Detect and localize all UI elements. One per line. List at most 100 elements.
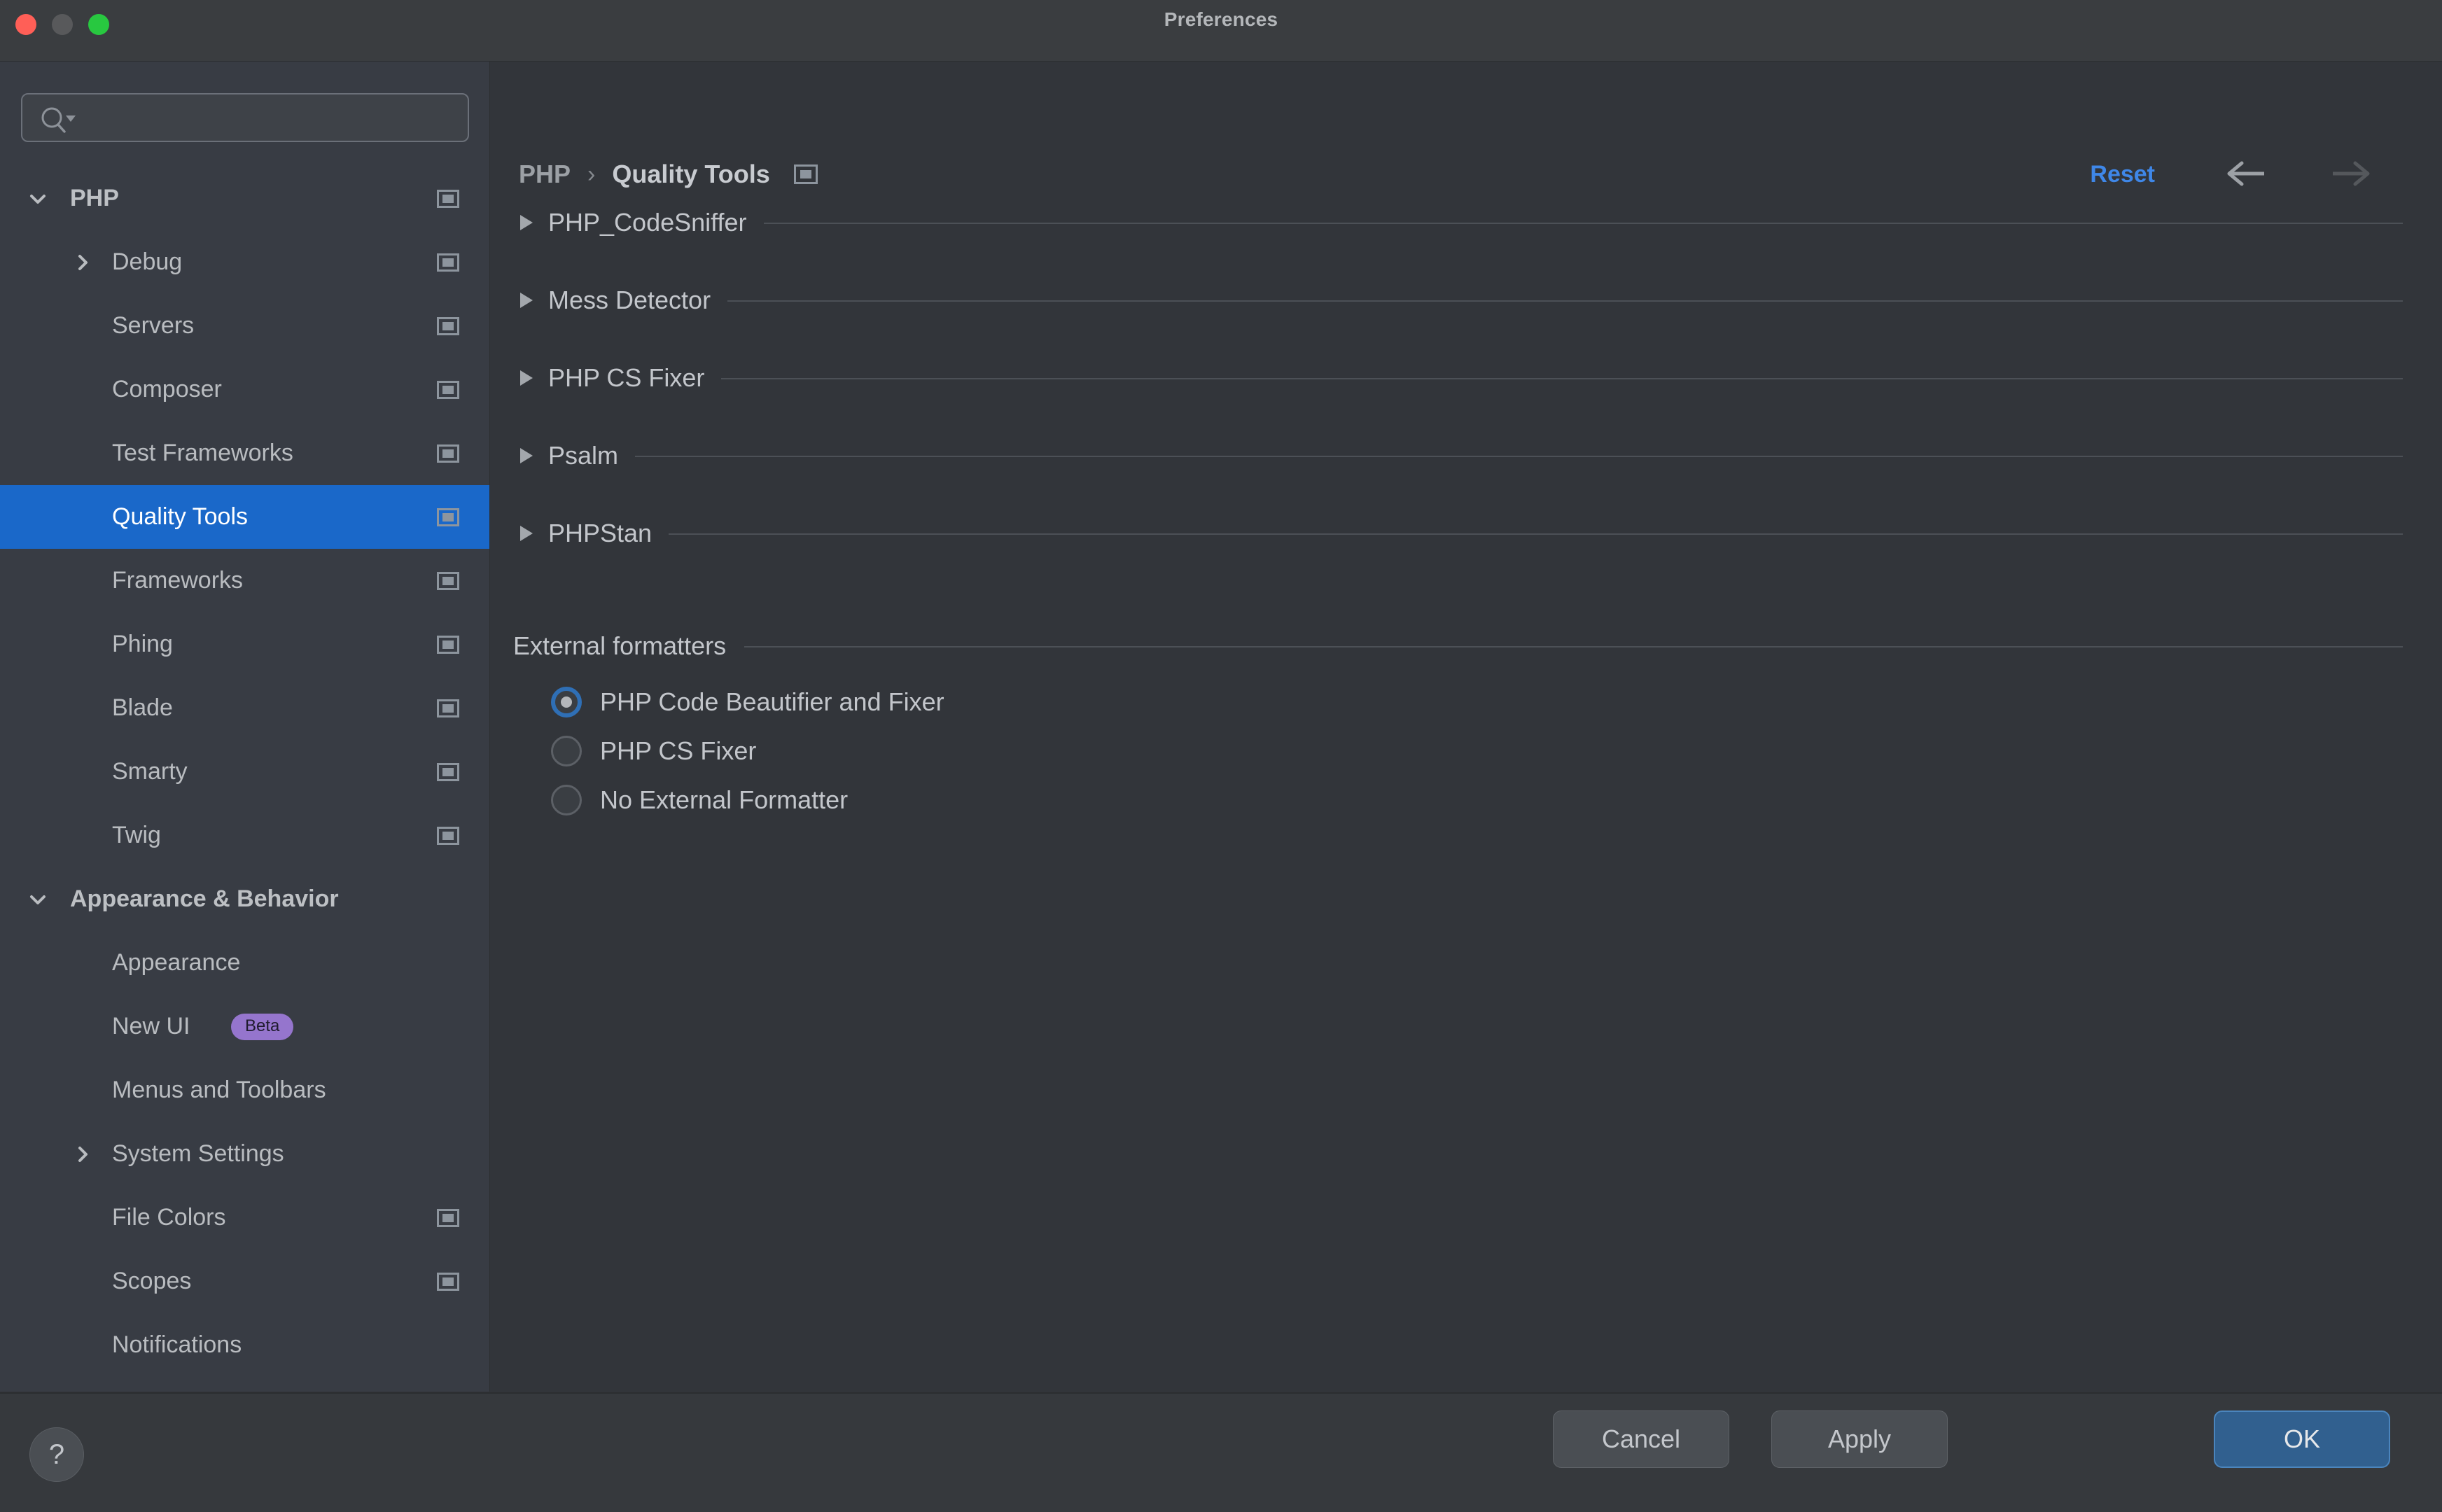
project-scope-icon[interactable] (793, 164, 818, 184)
sidebar-item-label: Frameworks (112, 567, 244, 594)
sidebar-item-label: Quality Tools (112, 503, 249, 530)
section-title: PHPStan (548, 519, 653, 547)
radio-label: No External Formatter (600, 785, 849, 814)
external-formatters-label-row: External formatters (491, 625, 2442, 667)
radio-no-external-formatter[interactable]: No External Formatter (551, 779, 848, 821)
breadcrumb: PHP › Quality Tools (519, 160, 818, 189)
radio-checked-icon[interactable] (551, 687, 582, 718)
sidebar-item-label: Smarty (112, 758, 188, 785)
sidebar-item-file-colors[interactable]: File Colors (0, 1186, 489, 1250)
sidebar-item-menus-and-toolbars[interactable]: Menus and Toolbars (0, 1058, 489, 1122)
sidebar-item-appearance[interactable]: Appearance (0, 931, 489, 995)
section-header-phpstan[interactable]: PHPStan (491, 512, 2442, 554)
apply-button[interactable]: Apply (1771, 1410, 1948, 1468)
radio-label: PHP CS Fixer (600, 736, 757, 765)
settings-detail-panel: PHP › Quality Tools Reset PHP_CodeSniffe… (491, 62, 2442, 1392)
sidebar-item-new-ui[interactable]: New UI Beta (0, 995, 489, 1058)
section-divider (721, 378, 2403, 379)
chevron-down-icon[interactable] (24, 886, 52, 913)
external-formatters-label: External formatters (513, 631, 727, 660)
project-scope-icon[interactable] (437, 444, 459, 463)
triangle-right-icon[interactable] (520, 215, 533, 230)
settings-tree: PHP Debug Servers Composer Test Frameworks Qu… (0, 167, 489, 1377)
section-header-mess-detector[interactable]: Mess Detector (491, 279, 2442, 321)
section-title: Mess Detector (548, 286, 711, 314)
help-button[interactable]: ? (29, 1427, 84, 1482)
settings-sidebar: PHP Debug Servers Composer Test Frameworks Qu… (0, 62, 490, 1392)
cancel-button[interactable]: Cancel (1553, 1410, 1729, 1468)
sidebar-item-quality-tools[interactable]: Quality Tools (0, 485, 489, 549)
sidebar-item-label: New UI (112, 1013, 190, 1040)
section-divider (727, 300, 2403, 302)
project-scope-icon[interactable] (437, 253, 459, 272)
search-field[interactable] (21, 93, 469, 142)
breadcrumb-root[interactable]: PHP (519, 160, 571, 189)
radio-php-code-beautifier-and-fixer[interactable]: PHP Code Beautifier and Fixer (551, 681, 944, 723)
section-title: PHP CS Fixer (548, 363, 705, 392)
section-divider (763, 223, 2403, 224)
section-header-psalm[interactable]: Psalm (491, 435, 2442, 477)
sidebar-item-notifications[interactable]: Notifications (0, 1313, 489, 1377)
project-scope-icon[interactable] (437, 635, 459, 654)
sidebar-item-phing[interactable]: Phing (0, 612, 489, 676)
title-bar: Preferences (0, 0, 2442, 62)
section-title: Psalm (548, 441, 619, 470)
sidebar-item-blade[interactable]: Blade (0, 676, 489, 740)
chevron-down-icon[interactable] (24, 185, 52, 213)
sidebar-item-label: Blade (112, 694, 173, 721)
sidebar-item-twig[interactable]: Twig (0, 804, 489, 867)
dialog-footer: ? (0, 1392, 2442, 1512)
radio-unchecked-icon[interactable] (551, 785, 582, 816)
sidebar-item-label: File Colors (112, 1204, 226, 1231)
project-scope-icon[interactable] (437, 762, 459, 781)
project-scope-icon[interactable] (437, 826, 459, 845)
window-title: Preferences (1164, 8, 1278, 30)
sidebar-item-test-frameworks[interactable]: Test Frameworks (0, 421, 489, 485)
sidebar-item-label: Twig (112, 822, 161, 848)
project-scope-icon[interactable] (437, 1208, 459, 1227)
project-scope-icon[interactable] (437, 316, 459, 335)
project-scope-icon[interactable] (437, 699, 459, 718)
triangle-right-icon[interactable] (520, 448, 533, 463)
sidebar-item-scopes[interactable]: Scopes (0, 1250, 489, 1313)
sidebar-item-php[interactable]: PHP (0, 167, 489, 230)
chevron-right-icon[interactable] (69, 248, 97, 276)
project-scope-icon[interactable] (437, 507, 459, 526)
ok-button[interactable]: OK (2214, 1410, 2390, 1468)
section-header-php-cs-fixer[interactable]: PHP CS Fixer (491, 357, 2442, 399)
section-divider (669, 533, 2403, 535)
breadcrumb-separator: › (587, 160, 596, 188)
radio-unchecked-icon[interactable] (551, 736, 582, 766)
sidebar-item-system-settings[interactable]: System Settings (0, 1122, 489, 1186)
sidebar-item-composer[interactable]: Composer (0, 358, 489, 421)
external-formatters-divider (744, 646, 2403, 648)
sidebar-item-appearance-behavior[interactable]: Appearance & Behavior (0, 867, 489, 931)
sidebar-item-label: Menus and Toolbars (112, 1077, 326, 1103)
sidebar-item-label: Phing (112, 631, 173, 657)
arrow-right-icon (2330, 158, 2372, 189)
triangle-right-icon[interactable] (520, 526, 533, 541)
project-scope-icon[interactable] (437, 571, 459, 590)
project-scope-icon[interactable] (437, 380, 459, 399)
search-input[interactable] (90, 94, 461, 141)
project-scope-icon[interactable] (437, 189, 459, 208)
radio-php-cs-fixer[interactable]: PHP CS Fixer (551, 730, 756, 772)
sidebar-item-debug[interactable]: Debug (0, 230, 489, 294)
triangle-right-icon[interactable] (520, 370, 533, 386)
chevron-right-icon[interactable] (69, 1140, 97, 1168)
sidebar-item-label: Scopes (112, 1268, 192, 1294)
reset-button[interactable]: Reset (2090, 161, 2155, 188)
triangle-right-icon[interactable] (520, 293, 533, 308)
sidebar-item-label: Servers (112, 312, 195, 339)
arrow-left-icon[interactable] (2225, 158, 2267, 189)
sidebar-item-label: Test Frameworks (112, 440, 293, 466)
sidebar-item-label: PHP (70, 185, 119, 211)
sidebar-item-servers[interactable]: Servers (0, 294, 489, 358)
radio-label: PHP Code Beautifier and Fixer (600, 687, 944, 716)
section-header-php-codesniffer[interactable]: PHP_CodeSniffer (491, 202, 2442, 244)
sidebar-item-frameworks[interactable]: Frameworks (0, 549, 489, 612)
search-icon[interactable] (38, 106, 80, 134)
beta-badge: Beta (231, 1013, 294, 1040)
sidebar-item-smarty[interactable]: Smarty (0, 740, 489, 804)
project-scope-icon[interactable] (437, 1272, 459, 1291)
